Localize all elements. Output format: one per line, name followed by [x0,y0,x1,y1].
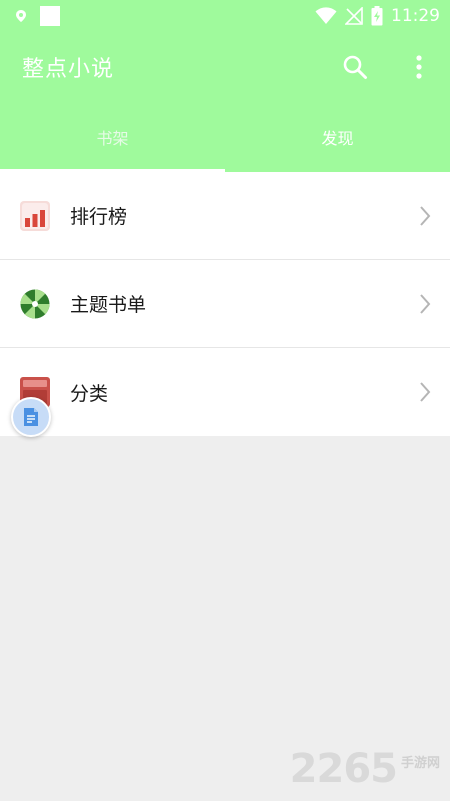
watermark-number: 2265 [289,746,398,792]
status-left [14,6,60,26]
status-right: 11:29 [315,6,440,26]
notification-square-icon [40,6,60,26]
list-item-label: 分类 [70,382,109,405]
more-options-button[interactable] [402,50,436,84]
search-icon [343,55,367,79]
discover-list: 排行榜 主题书单 分类 [0,172,450,436]
list-item-label: 排行榜 [70,206,128,228]
tab-discover[interactable]: 发现 [225,102,450,172]
ranking-chart-icon [20,200,50,231]
location-notification-icon [16,10,26,22]
theme-booklist-icon [20,289,50,318]
chevron-right-icon [420,205,431,226]
tab-bar: 书架 发现 [0,102,450,172]
list-item-theme-booklist[interactable]: 主题书单 [0,260,450,348]
document-icon [24,408,38,426]
app-screen: 11:29 整点小说 书架 发现 排行榜 主题书单 分类 2265 手游网 [0,0,450,801]
chevron-right-icon [420,382,431,402]
watermark-text: 手游网 [400,756,440,771]
status-time: 11:29 [391,6,440,26]
no-signal-icon [345,7,363,25]
chevron-right-icon [420,293,431,314]
tab-bookshelf[interactable]: 书架 [0,102,225,172]
list-item-category[interactable]: 分类 [0,348,450,436]
search-button[interactable] [338,50,372,84]
floating-button[interactable] [11,397,51,437]
tab-bookshelf-label: 书架 [96,129,129,148]
battery-charging-icon [371,6,383,26]
watermark: 2265 手游网 [290,749,440,789]
app-title: 整点小说 [22,57,115,82]
list-item-label: 主题书单 [70,294,147,316]
app-toolbar: 整点小说 [0,32,450,102]
wifi-icon [315,7,337,24]
list-item-ranking[interactable]: 排行榜 [0,172,450,260]
more-vert-icon [416,55,422,79]
item-icon-wrap [20,289,50,319]
tab-discover-label: 发现 [321,129,354,148]
toolbar-actions [338,50,436,84]
item-icon-wrap [20,200,50,231]
status-bar: 11:29 [0,0,450,32]
